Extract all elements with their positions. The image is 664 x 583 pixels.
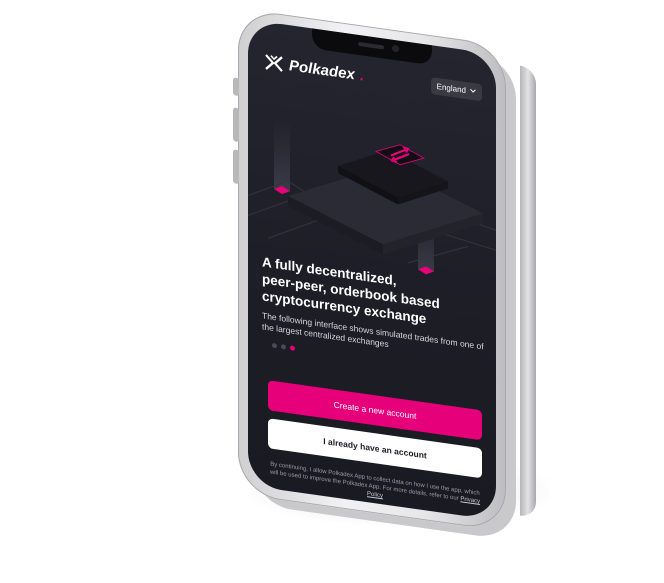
carousel-dot[interactable] [281, 344, 286, 350]
app-screen: Polkadex. England A fully decentralized,… [248, 19, 496, 521]
carousel-dot-active[interactable] [290, 345, 295, 352]
brand-name: Polkadex [289, 56, 355, 83]
volume-down-button [233, 149, 239, 185]
front-camera [392, 44, 399, 53]
polkadex-logo-icon [265, 54, 283, 72]
light-beam [274, 119, 290, 192]
mute-switch [233, 77, 239, 97]
brand-dot: . [359, 66, 365, 85]
carousel-dot[interactable] [272, 342, 277, 349]
volume-up-button [233, 107, 239, 143]
phone-side-edge [520, 65, 536, 518]
language-selector[interactable]: England [430, 76, 482, 101]
phone-frame: Polkadex. England A fully decentralized,… [233, 8, 506, 532]
hero-illustration [248, 119, 496, 275]
carousel-indicator [272, 342, 295, 352]
phone-mockup: Polkadex. England A fully decentralized,… [233, 8, 536, 548]
chevron-down-icon [470, 88, 476, 93]
language-label: England [436, 81, 466, 95]
speaker-grille [358, 41, 384, 50]
